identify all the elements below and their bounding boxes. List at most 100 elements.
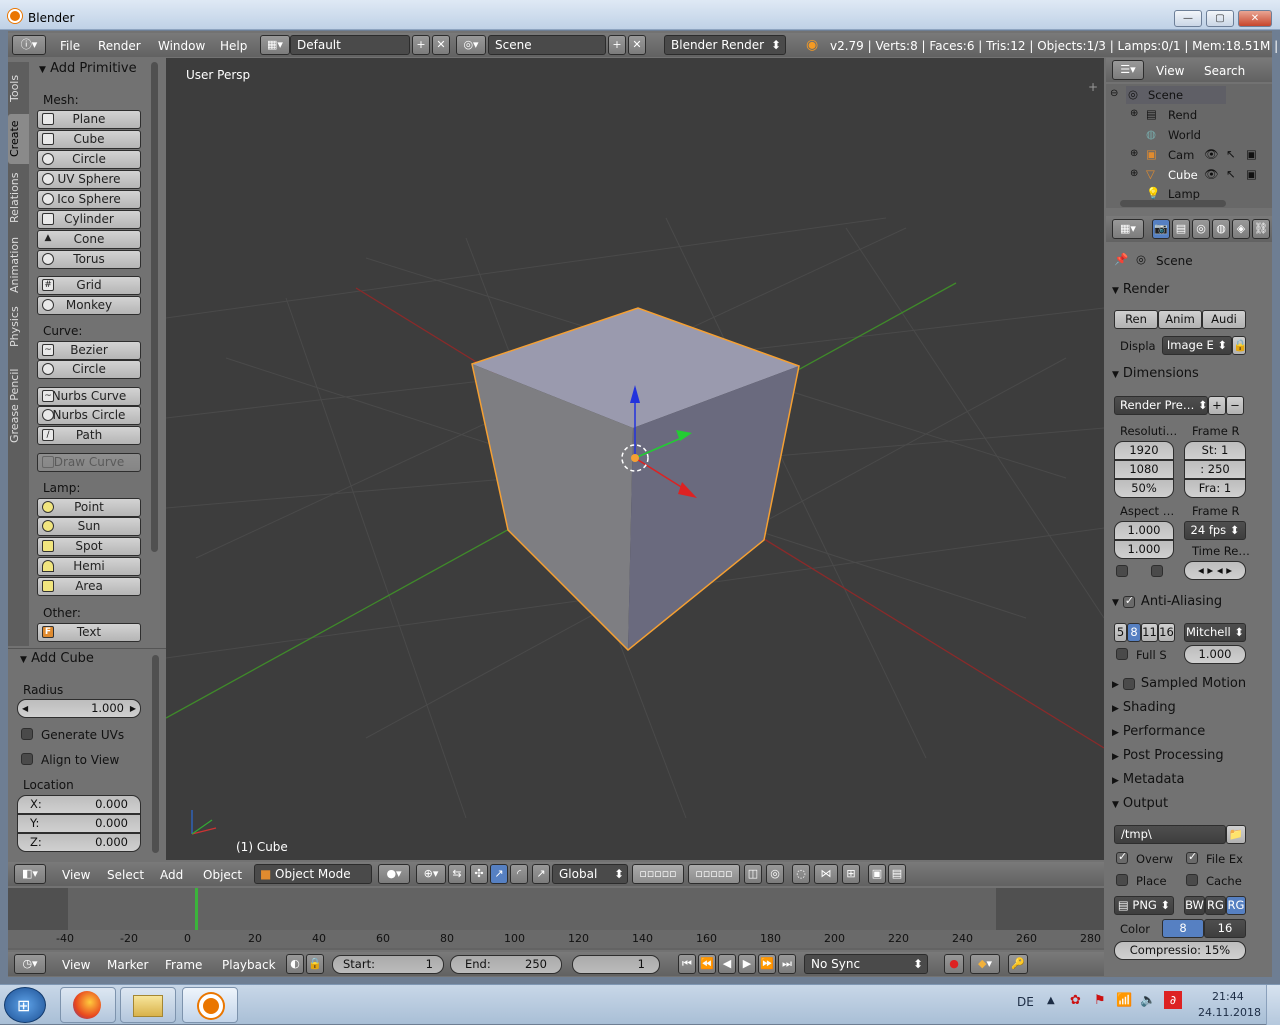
snap-target-icon[interactable]: ⊞ bbox=[842, 864, 860, 884]
resolution-y-field[interactable]: 1080 bbox=[1114, 460, 1174, 479]
keying-set-icon[interactable]: ◆▾ bbox=[970, 954, 1000, 974]
lock-interface-icon[interactable]: 🔒 bbox=[1232, 336, 1246, 355]
outliner-search-menu[interactable]: Search bbox=[1204, 64, 1245, 78]
add-text-button[interactable]: F Text bbox=[37, 623, 141, 642]
location-z-field[interactable]: Z: 0.000 bbox=[17, 833, 141, 852]
render-preset-select[interactable]: Render Pre… ⬍ bbox=[1114, 396, 1208, 415]
object-tab-icon[interactable]: ◈ bbox=[1232, 219, 1250, 239]
tab-relations[interactable]: Relations bbox=[8, 168, 29, 228]
outliner-row-scene[interactable]: ⊖ ◎ Scene bbox=[1110, 86, 1226, 104]
aa-samples-16[interactable]: 16 bbox=[1158, 623, 1175, 642]
tab-physics[interactable]: Physics bbox=[8, 302, 29, 352]
collapse-icon[interactable]: ⊖ bbox=[1110, 88, 1118, 99]
add-menu[interactable]: Add bbox=[160, 868, 183, 882]
add-scene-icon[interactable]: + bbox=[608, 35, 626, 55]
dimensions-section-header[interactable]: ▼ Dimensions bbox=[1112, 366, 1262, 381]
taskbar-explorer[interactable] bbox=[120, 987, 176, 1023]
object-mode-select[interactable]: ■ Object Mode bbox=[254, 864, 372, 884]
add-nurbs-circle-button[interactable]: Nurbs Circle bbox=[37, 406, 141, 425]
add-monkey-button[interactable]: Monkey bbox=[37, 296, 141, 315]
display-select[interactable]: Image E ⬍ bbox=[1162, 336, 1232, 355]
tab-grease-pencil[interactable]: Grease Pencil bbox=[8, 360, 29, 452]
pivot-point-icon[interactable]: ⊕▾ bbox=[416, 864, 446, 884]
tab-animation[interactable]: Animation bbox=[8, 234, 29, 296]
editor-type-properties-icon[interactable]: ▦▾ bbox=[1112, 219, 1144, 239]
menu-help[interactable]: Help bbox=[220, 39, 247, 53]
render-tab-icon[interactable]: 📷 bbox=[1152, 219, 1170, 239]
visibility-eye-icon[interactable]: 👁 bbox=[1204, 167, 1219, 181]
rotate-manipulator-icon[interactable]: ↗ bbox=[490, 864, 508, 884]
region-expand-icon[interactable]: + bbox=[1088, 80, 1098, 94]
outliner-scrollbar[interactable] bbox=[1120, 200, 1226, 207]
object-menu[interactable]: Object bbox=[203, 868, 242, 882]
color-depth-16[interactable]: 16 bbox=[1204, 919, 1246, 938]
add-spot-lamp-button[interactable]: Spot bbox=[37, 537, 141, 556]
play-reverse-icon[interactable]: ◀ bbox=[718, 954, 736, 974]
scene-icon[interactable]: ◎▾ bbox=[456, 35, 486, 55]
volume-icon[interactable]: 🔈 bbox=[1140, 993, 1156, 1008]
sampled-motion-checkbox[interactable] bbox=[1122, 677, 1135, 690]
layer-buttons-1[interactable]: ▫▫▫▫▫ bbox=[632, 864, 684, 884]
add-hemi-lamp-button[interactable]: Hemi bbox=[37, 557, 141, 576]
file-extensions-checkbox[interactable] bbox=[1186, 850, 1198, 864]
add-preset-icon[interactable]: + bbox=[1208, 396, 1226, 415]
expand-icon[interactable]: ⊕ bbox=[1130, 168, 1138, 179]
aspect-x-field[interactable]: 1.000 bbox=[1114, 521, 1174, 540]
color-mode-rgba[interactable]: RG bbox=[1226, 896, 1246, 915]
operator-scrollbar[interactable] bbox=[152, 655, 159, 853]
lock-time-icon[interactable]: 🔒 bbox=[306, 954, 324, 974]
network-icon[interactable]: 📶 bbox=[1116, 993, 1132, 1008]
remove-screen-icon[interactable]: ✕ bbox=[432, 35, 450, 55]
start-frame-field[interactable]: Start: 1 bbox=[332, 955, 444, 974]
sampled-motion-section-header[interactable]: ▶ Sampled Motion bbox=[1112, 676, 1262, 691]
align-to-view-checkbox[interactable] bbox=[21, 753, 33, 765]
outliner-view-menu[interactable]: View bbox=[1156, 64, 1184, 78]
layer-buttons-2[interactable]: ▫▫▫▫▫ bbox=[688, 864, 740, 884]
resolution-x-field[interactable]: 1920 bbox=[1114, 441, 1174, 460]
editor-type-timeline-icon[interactable]: ◷▾ bbox=[14, 954, 46, 974]
timeline-area[interactable]: -40 -20 0 20 40 60 80 100 120 140 160 180 200 220 240 2… bbox=[8, 888, 1104, 950]
timeline-playback-menu[interactable]: Playback bbox=[222, 958, 276, 972]
lock-layers-icon[interactable]: ◫ bbox=[744, 864, 762, 884]
panel-header-add-primitive[interactable]: ▼ Add Primitive bbox=[39, 61, 137, 76]
aa-filter-select[interactable]: Mitchell ⬍ bbox=[1184, 623, 1246, 642]
outliner-row-world[interactable]: ◍ World bbox=[1130, 126, 1230, 144]
anti-aliasing-checkbox[interactable] bbox=[1122, 594, 1135, 608]
shading-section-header[interactable]: ▶ Shading bbox=[1112, 700, 1262, 715]
file-browser-icon[interactable]: 📁 bbox=[1226, 825, 1246, 844]
sync-mode-select[interactable]: No Sync ⬍ bbox=[804, 954, 928, 974]
language-indicator[interactable]: DE bbox=[1017, 995, 1034, 1009]
auto-keying-record-icon[interactable]: ● bbox=[944, 954, 964, 974]
output-section-header[interactable]: ▼ Output bbox=[1112, 796, 1262, 811]
fps-select[interactable]: 24 fps ⬍ bbox=[1184, 521, 1246, 540]
color-depth-8[interactable]: 8 bbox=[1162, 919, 1204, 938]
aa-size-field[interactable]: 1.000 bbox=[1184, 645, 1246, 664]
jump-keyframe-back-icon[interactable]: ⏪ bbox=[698, 954, 716, 974]
radius-field[interactable]: ◀ 1.000 ▶ bbox=[17, 699, 141, 718]
outliner-row-camera[interactable]: ⊕ ▣ Cam 👁 ↖ ▣ bbox=[1130, 146, 1270, 164]
snap-icon[interactable]: ◌ bbox=[792, 864, 810, 884]
opengl-render-icon[interactable]: ▣ bbox=[868, 864, 886, 884]
select-menu[interactable]: Select bbox=[107, 868, 144, 882]
play-icon[interactable]: ▶ bbox=[738, 954, 756, 974]
add-plane-button[interactable]: Plane bbox=[37, 110, 141, 129]
proportional-edit-icon[interactable]: ◎ bbox=[766, 864, 784, 884]
add-ico-sphere-button[interactable]: Ico Sphere bbox=[37, 190, 141, 209]
timeline-frame-menu[interactable]: Frame bbox=[165, 958, 202, 972]
add-cone-button[interactable]: ▲ Cone bbox=[37, 230, 141, 249]
remove-scene-icon[interactable]: ✕ bbox=[628, 35, 646, 55]
view-menu[interactable]: View bbox=[62, 868, 90, 882]
compression-slider[interactable]: Compressio: 15% bbox=[1114, 941, 1246, 960]
file-format-select[interactable]: ▤ PNG ⬍ bbox=[1114, 896, 1174, 915]
add-torus-button[interactable]: Torus bbox=[37, 250, 141, 269]
render-camera-icon[interactable]: ▣ bbox=[1246, 167, 1257, 181]
generate-uvs-checkbox[interactable] bbox=[21, 728, 33, 740]
border-checkbox[interactable] bbox=[1116, 565, 1128, 577]
screen-layout-icon[interactable]: ▦▾ bbox=[260, 35, 290, 55]
toolshelf-scrollbar[interactable] bbox=[151, 62, 158, 552]
render-layers-tab-icon[interactable]: ▤ bbox=[1172, 219, 1190, 239]
viewport-shading-icon[interactable]: ●▾ bbox=[378, 864, 410, 884]
location-x-field[interactable]: X: 0.000 bbox=[17, 795, 141, 814]
color-mode-bw[interactable]: BW bbox=[1184, 896, 1205, 915]
add-area-lamp-button[interactable]: Area bbox=[37, 577, 141, 596]
